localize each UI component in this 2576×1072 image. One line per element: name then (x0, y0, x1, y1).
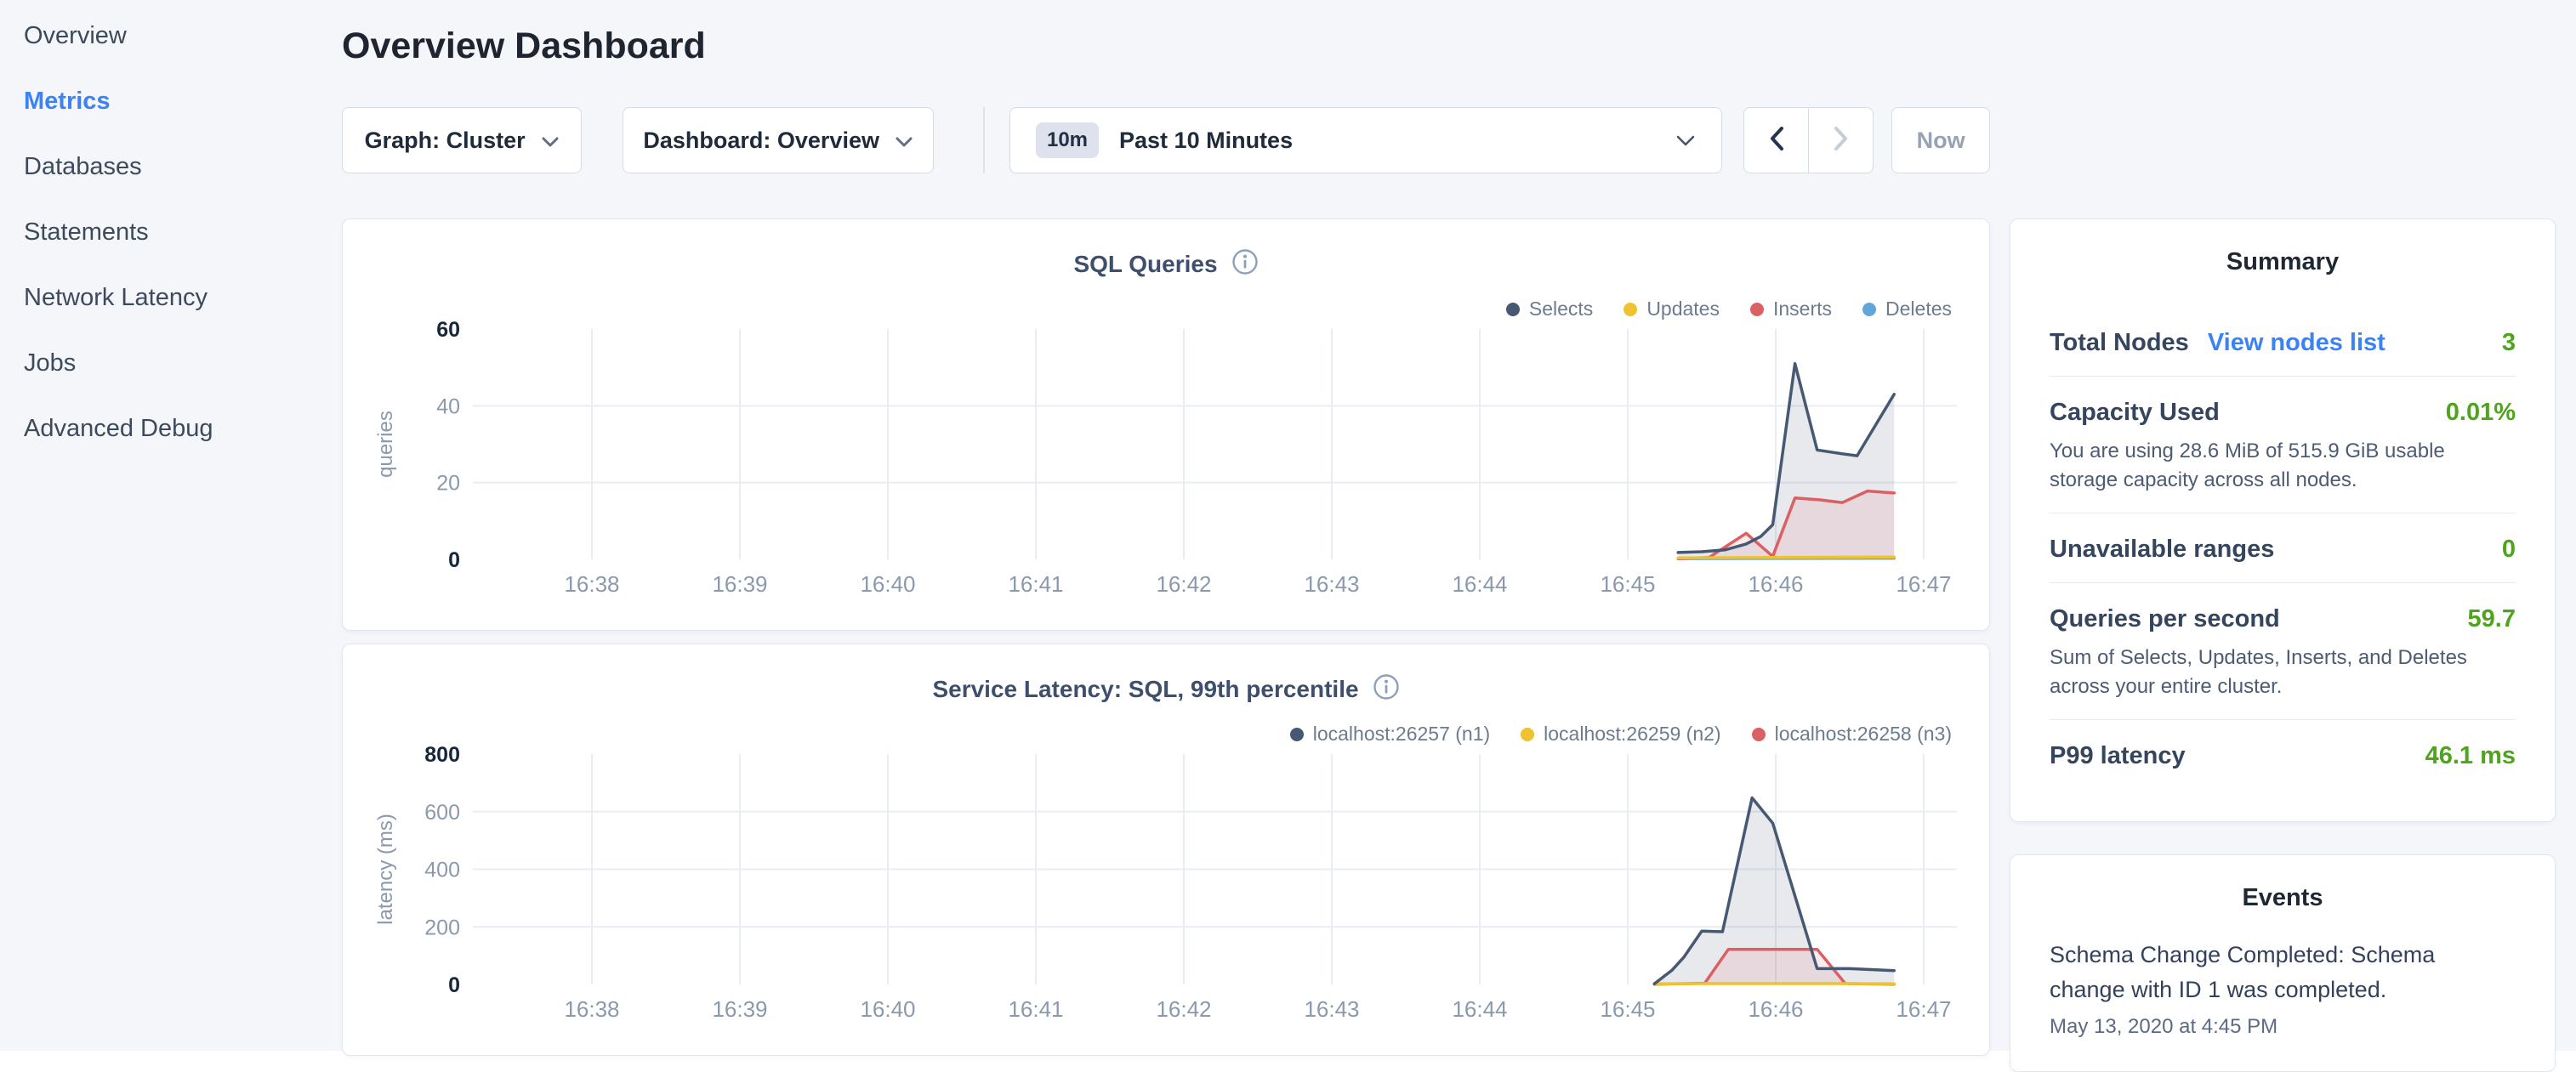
chevron-right-icon (1834, 126, 1849, 156)
svg-text:latency (ms): latency (ms) (374, 814, 397, 925)
summary-row-unavailable-ranges: Unavailable ranges 0 (2050, 513, 2516, 582)
svg-text:16:46: 16:46 (1748, 996, 1803, 1022)
event-message: Schema Change Completed: Schema change w… (2050, 938, 2516, 1007)
summary-row-capacity-used: Capacity Used 0.01% You are using 28.6 M… (2050, 376, 2516, 513)
summary-label: Unavailable ranges (2050, 536, 2274, 564)
sidebar-item-jobs[interactable]: Jobs (0, 331, 342, 396)
chart-title-row: Service Latency: SQL, 99th percentile (343, 644, 1989, 705)
svg-text:16:45: 16:45 (1600, 996, 1655, 1022)
chart-title: SQL Queries (1073, 251, 1217, 278)
svg-text:0: 0 (448, 548, 460, 572)
page-title: Overview Dashboard (342, 26, 1990, 67)
svg-text:16:44: 16:44 (1452, 996, 1507, 1022)
summary-label: Total Nodes (2050, 329, 2189, 357)
sidebar-item-network-latency[interactable]: Network Latency (0, 265, 342, 331)
svg-text:16:41: 16:41 (1008, 571, 1063, 597)
svg-text:0: 0 (448, 973, 460, 997)
event-list-item[interactable]: Schema Change Completed: Schema change w… (2050, 938, 2516, 1039)
sidebar-nav: Overview Metrics Databases Statements Ne… (0, 0, 342, 1051)
time-range-badge: 10m (1036, 122, 1099, 158)
events-title: Events (2050, 884, 2516, 912)
summary-label: P99 latency (2050, 742, 2186, 770)
svg-text:20: 20 (436, 472, 460, 496)
dashboard-controls: Graph: Cluster Dashboard: Overview 10m P… (342, 107, 1990, 173)
svg-text:16:46: 16:46 (1748, 571, 1803, 597)
summary-row-queries-per-second: Queries per second 59.7 Sum of Selects, … (2050, 582, 2516, 719)
graph-source-select[interactable]: Graph: Cluster (342, 107, 582, 173)
summary-label: Queries per second (2050, 605, 2280, 633)
metrics-dashboard-page: { "sidebar": { "items": [ {"label": "Ove… (0, 0, 2576, 1051)
summary-description: Sum of Selects, Updates, Inserts, and De… (2050, 644, 2516, 700)
dashboard-select[interactable]: Dashboard: Overview (623, 107, 934, 173)
chart-title: Service Latency: SQL, 99th percentile (932, 676, 1358, 703)
summary-row-total-nodes: Total Nodes View nodes list 3 (2050, 292, 2516, 376)
chevron-down-icon (541, 128, 560, 154)
sidebar-item-statements[interactable]: Statements (0, 200, 342, 265)
graph-source-select-label: Graph: Cluster (365, 128, 526, 154)
svg-text:200: 200 (424, 916, 460, 939)
svg-text:16:40: 16:40 (860, 996, 915, 1022)
controls-divider (983, 107, 985, 173)
summary-value: 0 (2502, 536, 2516, 564)
main-content: Overview Dashboard Graph: Cluster Dashbo… (342, 0, 1990, 1056)
svg-text:16:41: 16:41 (1008, 996, 1063, 1022)
time-range-label: Past 10 Minutes (1119, 128, 1293, 154)
svg-text:600: 600 (424, 801, 460, 825)
dashboard-select-label: Dashboard: Overview (643, 128, 879, 154)
summary-rows: Total Nodes View nodes list 3 Capacity U… (2050, 292, 2516, 789)
svg-text:16:42: 16:42 (1156, 996, 1211, 1022)
service-latency-chart[interactable]: 0 200 400 600 800 16:38 16:39 16:40 16:41 16:42 16… (343, 740, 1989, 1029)
svg-text:16:38: 16:38 (564, 571, 619, 597)
svg-text:16:40: 16:40 (860, 571, 915, 597)
now-button[interactable]: Now (1891, 107, 1990, 173)
chart-title-row: SQL Queries (343, 219, 1989, 280)
view-nodes-list-link[interactable]: View nodes list (2208, 329, 2386, 357)
svg-text:16:43: 16:43 (1304, 571, 1359, 597)
chevron-down-icon (1675, 134, 1696, 147)
right-panel: Summary Total Nodes View nodes list 3 Ca… (2010, 218, 2556, 1072)
svg-text:40: 40 (436, 394, 460, 418)
chevron-left-icon (1769, 126, 1784, 156)
chevron-down-icon (895, 128, 913, 154)
summary-value: 0.01% (2446, 399, 2516, 427)
sidebar-item-databases[interactable]: Databases (0, 134, 342, 200)
summary-value: 59.7 (2468, 605, 2516, 633)
time-range-next-button[interactable] (1808, 108, 1873, 173)
summary-card: Summary Total Nodes View nodes list 3 Ca… (2010, 218, 2556, 822)
svg-text:16:39: 16:39 (712, 996, 767, 1022)
time-range-stepper (1743, 107, 1874, 173)
svg-text:16:43: 16:43 (1304, 996, 1359, 1022)
summary-value: 3 (2502, 329, 2516, 357)
sidebar-item-metrics[interactable]: Metrics (0, 69, 342, 134)
sidebar-item-advanced-debug[interactable]: Advanced Debug (0, 396, 342, 462)
sql-queries-chart[interactable]: 0 20 40 60 16:38 16:39 16:40 16:41 16:42 16:43 16:… (343, 315, 1989, 604)
svg-text:16:38: 16:38 (564, 996, 619, 1022)
summary-label: Capacity Used (2050, 399, 2220, 427)
summary-title: Summary (2050, 248, 2516, 276)
event-timestamp: May 13, 2020 at 4:45 PM (2050, 1015, 2516, 1039)
svg-text:16:44: 16:44 (1452, 571, 1507, 597)
sql-queries-chart-card: SQL Queries SelectsUpdatesInsertsDeletes… (342, 218, 1990, 631)
info-icon[interactable] (1373, 673, 1400, 705)
service-latency-chart-card: Service Latency: SQL, 99th percentile lo… (342, 644, 1990, 1056)
time-range-prev-button[interactable] (1744, 108, 1808, 173)
summary-row-p99-latency: P99 latency 46.1 ms (2050, 719, 2516, 789)
summary-value: 46.1 ms (2425, 742, 2516, 770)
svg-text:16:45: 16:45 (1600, 571, 1655, 597)
svg-text:60: 60 (436, 318, 460, 342)
info-icon[interactable] (1231, 248, 1259, 280)
time-range-select[interactable]: 10m Past 10 Minutes (1009, 107, 1722, 173)
svg-text:16:42: 16:42 (1156, 571, 1211, 597)
svg-text:400: 400 (424, 859, 460, 882)
svg-text:16:47: 16:47 (1896, 996, 1951, 1022)
svg-text:16:47: 16:47 (1896, 571, 1951, 597)
svg-text:queries: queries (374, 411, 397, 478)
sidebar-item-overview[interactable]: Overview (0, 3, 342, 69)
svg-text:800: 800 (424, 743, 460, 767)
events-card: Events Schema Change Completed: Schema c… (2010, 854, 2556, 1072)
summary-description: You are using 28.6 MiB of 515.9 GiB usab… (2050, 437, 2516, 494)
svg-text:16:39: 16:39 (712, 571, 767, 597)
